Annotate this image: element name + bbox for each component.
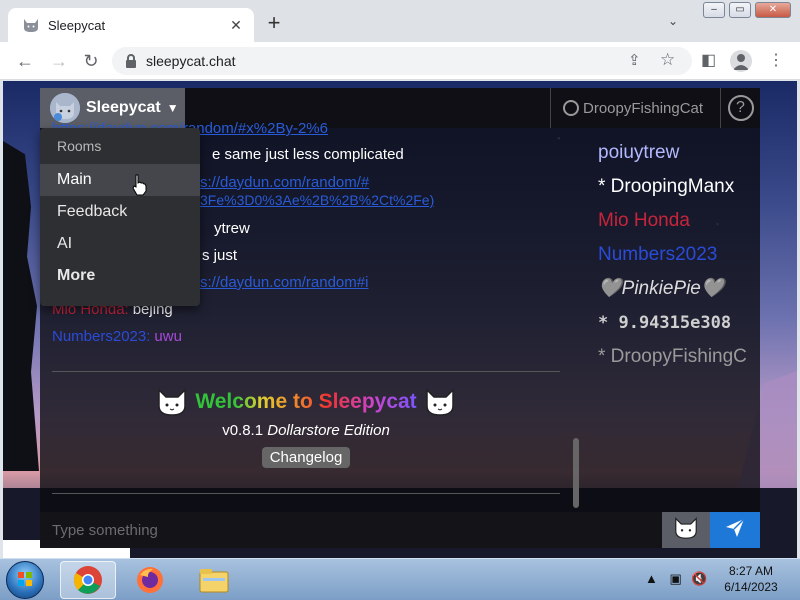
message-link[interactable]: s://daydun.com/random#i [200, 274, 368, 291]
current-user[interactable]: DroopyFishingCat [550, 88, 718, 128]
bookmark-star-icon[interactable]: ☆ [660, 50, 675, 70]
user-list-item[interactable]: Mio Honda [598, 204, 758, 238]
profile-avatar-icon[interactable] [730, 50, 752, 72]
caret-down-icon: ▼ [166, 101, 179, 115]
browser-tab[interactable]: Sleepycat ✕ [8, 8, 254, 42]
room-item-feedback[interactable]: Feedback [40, 196, 200, 228]
user-list-item[interactable]: * DroopyFishingC [598, 340, 758, 374]
url-text[interactable]: sleepycat.chat [146, 53, 236, 69]
room-item-ai[interactable]: AI [40, 228, 200, 260]
chrome-icon [74, 566, 102, 594]
clock-time: 8:27 AM [728, 564, 774, 578]
message-author[interactable]: Numbers2023: [52, 328, 150, 345]
share-icon[interactable]: ⇪ [628, 51, 641, 69]
clock-date: 6/14/2023 [724, 580, 778, 594]
version-number: v0.8.1 [222, 422, 264, 439]
lock-icon [124, 53, 138, 69]
send-paper-plane-icon [724, 517, 746, 544]
browser-toolbar: ← → ↻ sleepycat.chat ⇪ ☆ ◧ ⋮ [0, 42, 800, 80]
chat-message: 3Fe%3D0%3Ae%2B%2B%2Ct%2Fe) [200, 192, 434, 208]
windows-taskbar: ▲ ▣ 🔇 8:27 AM 6/14/2023 [0, 558, 800, 600]
rooms-dropdown: Rooms Main Feedback AI More [40, 128, 200, 306]
chat-message: s://daydun.com/random/# [200, 174, 369, 191]
help-button[interactable]: ? [720, 88, 760, 128]
message-input[interactable] [40, 512, 660, 548]
browser-menu-icon[interactable]: ⋮ [768, 50, 784, 70]
cat-face-icon [425, 388, 455, 416]
sleepycat-favicon-icon [22, 16, 40, 34]
chat-message: ytrew [214, 220, 250, 237]
firefox-icon [137, 567, 163, 593]
side-panel-icon[interactable]: ◧ [701, 50, 716, 70]
system-tray[interactable]: ▲ ▣ 🔇 [645, 571, 708, 587]
folder-icon [199, 569, 229, 593]
user-list: poiuytrew * DroopingManx Mio Honda Numbe… [598, 136, 758, 374]
room-item-more[interactable]: More [40, 260, 200, 292]
cat-emote-icon [674, 516, 698, 544]
current-username: DroopyFishingCat [583, 99, 704, 117]
close-window-button[interactable]: ✕ [755, 2, 791, 18]
network-icon[interactable]: ▣ [670, 571, 682, 586]
browser-tab-strip: Sleepycat ✕ + ⌄ – ▭ ✕ [0, 0, 800, 42]
help-icon: ? [727, 95, 754, 121]
address-bar[interactable]: sleepycat.chat ⇪ ☆ [112, 47, 692, 75]
reload-icon[interactable]: ↻ [80, 50, 102, 72]
edition-name: Dollarstore Edition [267, 422, 390, 439]
user-list-item[interactable]: * 9.94315e308 [598, 306, 758, 340]
emote-button[interactable] [662, 512, 710, 548]
forward-arrow-icon[interactable]: → [48, 50, 70, 72]
windows-logo-icon [18, 572, 32, 586]
taskbar-firefox[interactable] [122, 561, 178, 599]
maximize-button[interactable]: ▭ [729, 2, 751, 18]
hand-cursor-icon [131, 174, 147, 196]
message-text: uwu [154, 328, 182, 345]
user-list-item[interactable]: * DroopingManx [598, 170, 758, 204]
welcome-divider [52, 371, 560, 372]
user-list-item[interactable]: Numbers2023 [598, 238, 758, 272]
tab-search-chevron-icon[interactable]: ⌄ [668, 14, 678, 28]
chat-message: e same just less complicated [212, 146, 404, 163]
chat-message: Numbers2023: uwu [52, 328, 182, 345]
welcome-banner: Welcome to Sleepycat v0.8.1 Dollarstore … [52, 388, 560, 468]
web-page: Sleepycat ▼ DroopyFishingCat ? https://d… [3, 81, 797, 558]
message-composer [40, 512, 760, 548]
message-text: s just [202, 247, 238, 264]
start-button[interactable] [6, 561, 44, 599]
back-arrow-icon[interactable]: ← [14, 50, 36, 72]
message-text: ytrew [214, 220, 250, 237]
send-button[interactable] [710, 512, 760, 548]
sleepycat-logo-icon [50, 93, 80, 123]
cat-face-icon [157, 388, 187, 416]
chat-message: s://daydun.com/random#i [200, 274, 368, 291]
minimize-button[interactable]: – [703, 2, 725, 18]
volume-muted-icon[interactable]: 🔇 [691, 571, 707, 586]
taskbar-chrome[interactable] [60, 561, 116, 599]
user-list-item[interactable]: 🩶PinkiePie🩶 [598, 272, 758, 306]
tab-title: Sleepycat [48, 17, 106, 33]
room-item-main[interactable]: Main [40, 164, 200, 196]
taskbar-explorer[interactable] [186, 561, 242, 599]
tab-close-icon[interactable]: ✕ [226, 15, 246, 35]
welcome-title: Welcome to Sleepycat [195, 390, 417, 413]
user-icon [563, 100, 579, 116]
chat-message: s just [202, 247, 237, 264]
message-text: e same just less complicated [212, 146, 404, 163]
bottom-divider [52, 493, 560, 494]
new-tab-button[interactable]: + [262, 12, 286, 36]
message-link[interactable]: s://daydun.com/random/# [200, 174, 369, 191]
taskbar-clock[interactable]: 8:27 AM 6/14/2023 [712, 563, 790, 595]
app-name: Sleepycat [86, 99, 161, 116]
changelog-button[interactable]: Changelog [261, 447, 351, 468]
chat-scrollbar[interactable] [573, 438, 579, 508]
user-list-item[interactable]: poiuytrew [598, 136, 758, 170]
message-link[interactable]: 3Fe%3D0%3Ae%2B%2B%2Ct%2Fe) [200, 192, 434, 208]
dropdown-header: Rooms [57, 138, 102, 154]
version-line: v0.8.1 Dollarstore Edition [52, 422, 560, 439]
tray-arrow-icon[interactable]: ▲ [645, 571, 658, 586]
